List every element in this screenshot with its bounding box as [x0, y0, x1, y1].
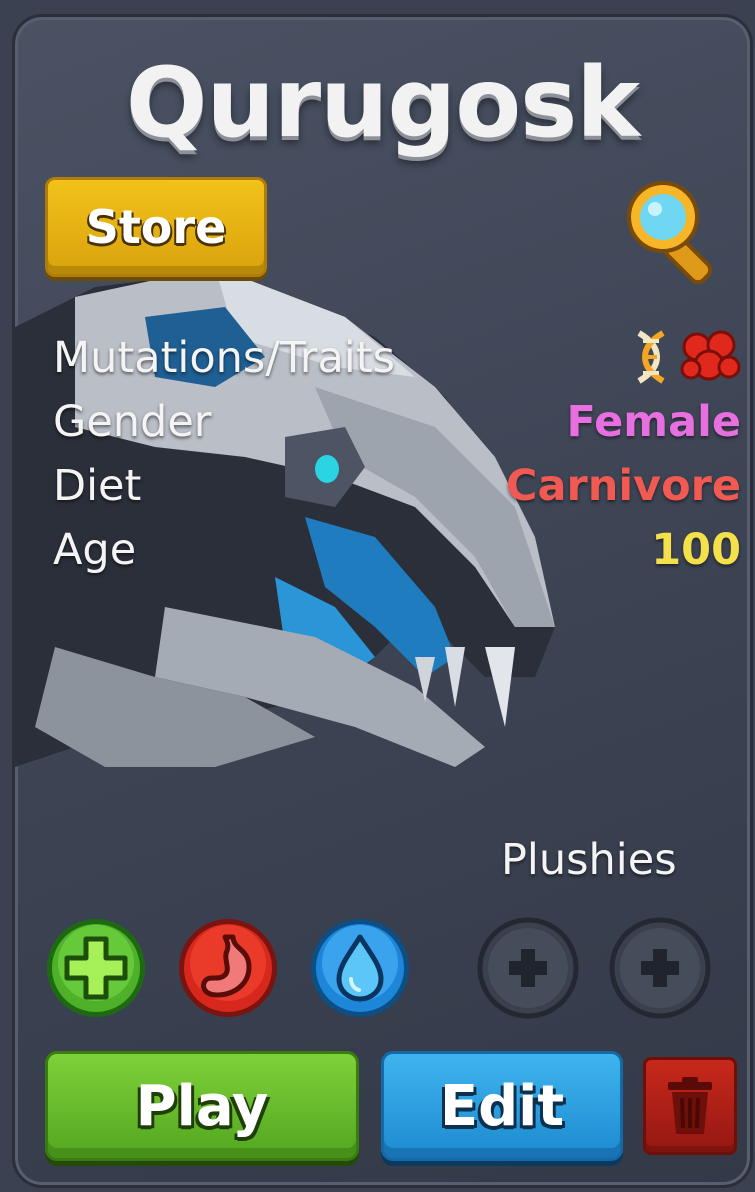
traits-icons[interactable] — [629, 329, 741, 385]
edit-button-label: Edit — [439, 1073, 565, 1139]
age-value: 100 — [651, 525, 741, 575]
add-plushie-icon[interactable] — [607, 915, 713, 1021]
health-icon[interactable] — [43, 915, 149, 1021]
gender-label: Gender — [53, 397, 212, 447]
play-button-label: Play — [135, 1073, 269, 1139]
hunger-icon[interactable] — [175, 915, 281, 1021]
stat-row-gender: Gender Female — [53, 397, 741, 461]
diet-label: Diet — [53, 461, 142, 511]
plushies-label: Plushies — [501, 835, 677, 885]
play-button[interactable]: Play — [45, 1051, 359, 1161]
creature-name: Qurugosk — [125, 47, 640, 159]
add-plushie-icon[interactable] — [475, 915, 581, 1021]
diet-value: Carnivore — [505, 461, 741, 511]
edit-button[interactable]: Edit — [381, 1051, 623, 1161]
trait-cluster-icon[interactable] — [679, 329, 741, 385]
traits-label: Mutations/Traits — [53, 333, 396, 383]
gender-value: Female — [566, 397, 741, 447]
store-button-label: Store — [85, 200, 227, 254]
creature-card: Qurugosk Store Mutations/Traits Gender F… — [12, 14, 753, 1188]
thirst-icon[interactable] — [307, 915, 413, 1021]
search-icon[interactable] — [619, 173, 731, 285]
stats-panel: Mutations/Traits Gender Female Diet Carn… — [53, 330, 741, 589]
store-button[interactable]: Store — [45, 177, 267, 277]
age-label: Age — [53, 525, 137, 575]
trash-icon — [668, 1077, 712, 1134]
stat-row-diet: Diet Carnivore — [53, 461, 741, 525]
stat-row-age: Age 100 — [53, 525, 741, 589]
stat-row-traits: Mutations/Traits — [53, 330, 741, 397]
delete-button[interactable] — [643, 1057, 737, 1155]
dna-icon[interactable] — [629, 329, 673, 385]
